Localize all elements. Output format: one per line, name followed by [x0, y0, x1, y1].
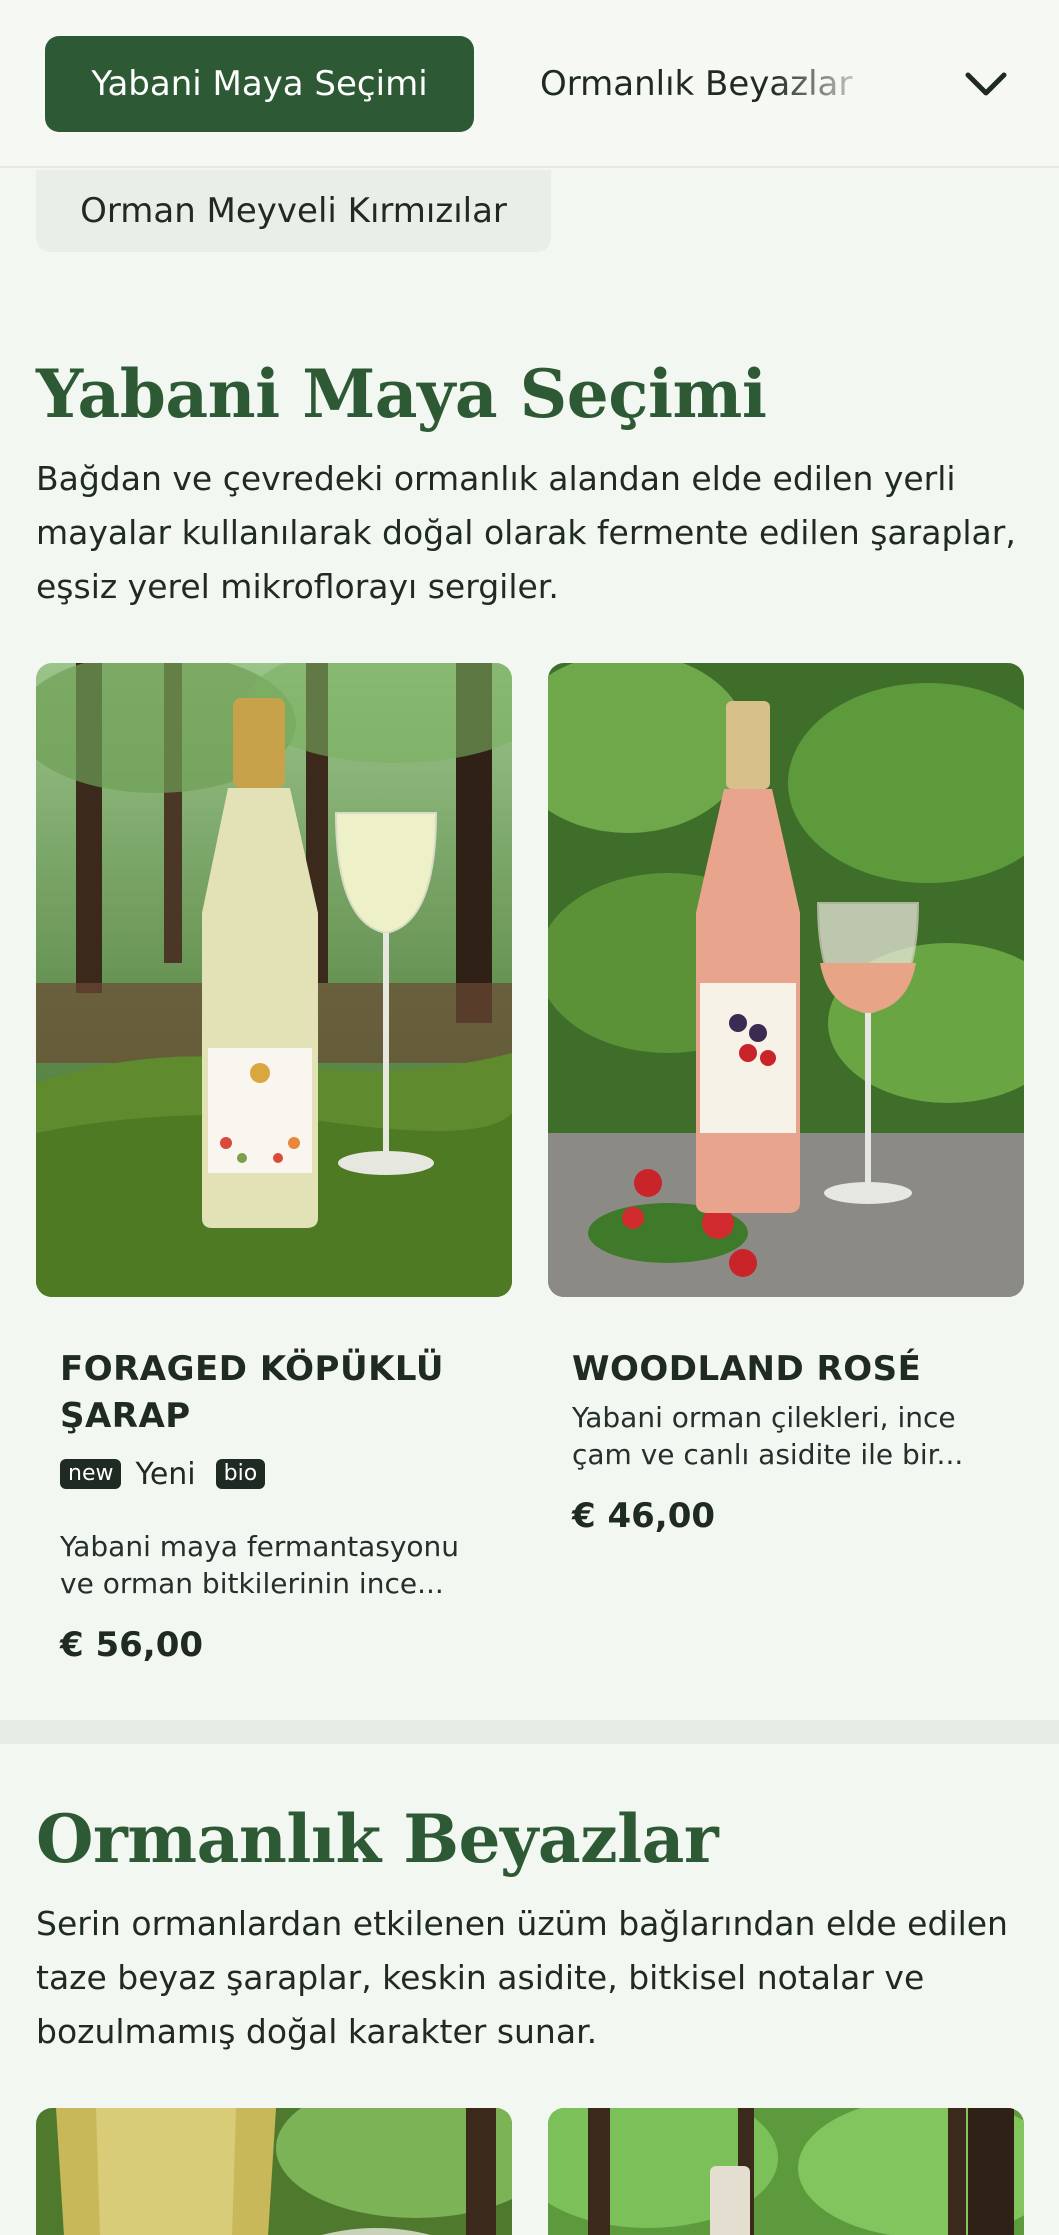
section-description-yabani-maya: Bağdan ve çevredeki ormanlık alandan eld…: [36, 459, 1016, 606]
category-tab-bar: Yabani Maya Seçimi Ormanlık Beyazlar: [0, 0, 1059, 168]
product-name-woodland-rose[interactable]: WOODLAND ROSÉ: [572, 1346, 1002, 1393]
product-image-woodland-rose[interactable]: [548, 663, 1024, 1297]
section-divider: [0, 1720, 1059, 1744]
product-image-white-2[interactable]: [548, 2108, 1024, 2235]
product-description-woodland-rose: Yabani orman çilekleri, ince çam ve canl…: [572, 1401, 964, 1471]
product-description-foraged-sparkling: Yabani maya fermantasyonu ve orman bitki…: [60, 1530, 460, 1600]
product-name-foraged-sparkling[interactable]: FORAGED KÖPÜKLÜ ŞARAP: [60, 1346, 470, 1440]
chevron-down-icon[interactable]: [960, 58, 1012, 110]
section-title-yabani-maya: Yabani Maya Seçimi: [36, 355, 767, 433]
product-image-white-1[interactable]: [36, 2108, 512, 2235]
product-price-foraged-sparkling: € 56,00: [60, 1625, 204, 1665]
badge-new: new: [60, 1459, 122, 1489]
tab-yabani-maya-secimi[interactable]: Yabani Maya Seçimi: [45, 36, 474, 132]
section-description-ormanlik-beyazlar: Serin ormanlardan etkilenen üzüm bağları…: [36, 1904, 1008, 2051]
product-badges: new Yeni bio: [60, 1456, 266, 1492]
tab-orman-meyveli-kirmizilar[interactable]: Orman Meyveli Kırmızılar: [36, 170, 551, 252]
section-title-ormanlik-beyazlar: Ormanlık Beyazlar: [36, 1800, 719, 1878]
tab-overflow-fade: [770, 36, 910, 132]
product-price-woodland-rose: € 46,00: [572, 1496, 716, 1536]
product-image-foraged-sparkling[interactable]: [36, 663, 512, 1297]
badge-bio: bio: [215, 1459, 266, 1489]
badge-new-label: Yeni: [135, 1456, 196, 1492]
